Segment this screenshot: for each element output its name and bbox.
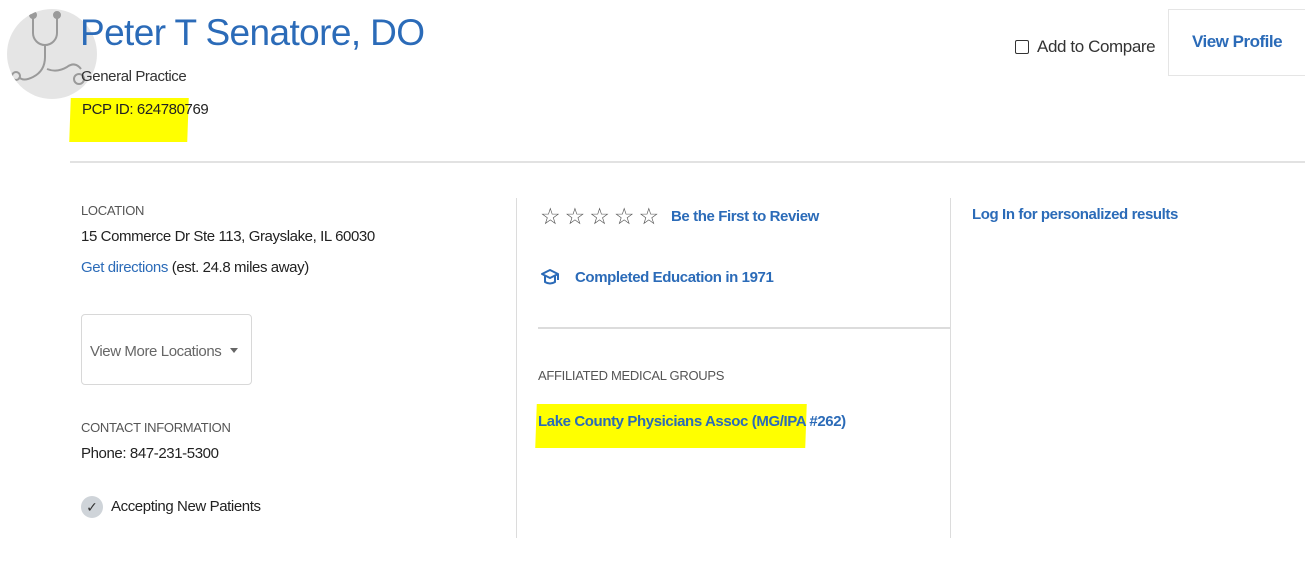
checkmark-icon: ✓ — [81, 496, 103, 518]
contact-label: CONTACT INFORMATION — [81, 420, 231, 435]
provider-name[interactable]: Peter T Senatore, DO — [80, 12, 425, 54]
graduation-cap-icon — [540, 267, 560, 287]
add-to-compare-label[interactable]: Add to Compare — [1037, 37, 1156, 57]
middle-section-divider — [538, 327, 951, 329]
phone-number: Phone: 847-231-5300 — [81, 445, 219, 462]
header-divider — [70, 161, 1305, 163]
caret-down-icon — [230, 348, 238, 353]
add-to-compare-checkbox[interactable]: Add to Compare — [1015, 37, 1156, 57]
directions-row: Get directions (est. 24.8 miles away) — [81, 259, 309, 276]
get-directions-link[interactable]: Get directions — [81, 259, 168, 276]
accepting-new-patients: Accepting New Patients — [111, 498, 261, 515]
first-review-link[interactable]: Be the First to Review — [671, 208, 819, 225]
star-empty-icon[interactable]: ☆ — [589, 204, 610, 228]
location-address: 15 Commerce Dr Ste 113, Grayslake, IL 60… — [81, 228, 375, 245]
education-link[interactable]: Completed Education in 1971 — [575, 269, 774, 286]
affiliated-groups-label: AFFILIATED MEDICAL GROUPS — [538, 368, 725, 383]
view-profile-button[interactable]: View Profile — [1168, 9, 1305, 76]
provider-specialty: General Practice — [81, 68, 187, 85]
star-empty-icon[interactable]: ☆ — [565, 204, 586, 228]
star-empty-icon[interactable]: ☆ — [639, 204, 660, 228]
affiliated-group-link[interactable]: Lake County Physicians Assoc (MG/IPA #26… — [538, 413, 846, 430]
checkbox-icon[interactable] — [1015, 40, 1029, 54]
view-more-locations-dropdown[interactable]: View More Locations — [81, 314, 252, 385]
rating-stars[interactable]: ☆ ☆ ☆ ☆ ☆ — [540, 204, 659, 228]
star-empty-icon[interactable]: ☆ — [614, 204, 635, 228]
column-divider-right — [950, 198, 951, 538]
star-empty-icon[interactable]: ☆ — [540, 204, 561, 228]
column-divider-left — [516, 198, 517, 538]
pcp-id: PCP ID: 624780769 — [82, 101, 209, 118]
location-label: LOCATION — [81, 203, 145, 218]
distance-text: (est. 24.8 miles away) — [171, 259, 309, 276]
login-personalized-link[interactable]: Log In for personalized results — [972, 206, 1178, 223]
view-more-locations-label: View More Locations — [90, 343, 222, 360]
